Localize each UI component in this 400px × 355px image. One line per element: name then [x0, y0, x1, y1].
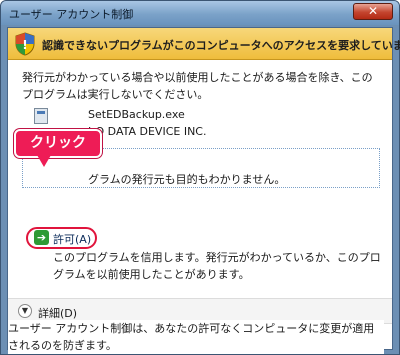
warning-banner: ! 認識できないプログラムがこのコンピュータへのアクセスを要求しています — [8, 28, 400, 60]
allow-description: このプログラムを信用します。発行元がわかっているか、このプログラムを以前使用した… — [53, 251, 381, 281]
program-name: SetEDBackup.exe — [88, 108, 185, 121]
shield-icon: ! — [15, 32, 35, 56]
intro-text: 発行元がわかっている場合や以前使用したことがある場合を除き、このプログラムは実行… — [22, 71, 373, 101]
footer: ユーザー アカウント制御は、あなたの許可なくコンピュータに変更が適用されるのを防… — [8, 320, 392, 354]
close-button[interactable]: ✕ — [353, 3, 393, 20]
footer-text: ユーザー アカウント制御は、あなたの許可なくコンピュータに変更が適用されるのを防… — [8, 320, 384, 354]
uac-dialog-window: ユーザー アカウント制御 ✕ ! 認識できないプログラムがこのコンピュータへのア… — [0, 0, 400, 355]
title-bar[interactable]: ユーザー アカウント制御 ✕ — [1, 1, 399, 25]
callout-pointer — [37, 155, 51, 167]
details-button[interactable]: 詳細(D) — [38, 305, 77, 321]
chevron-down-icon[interactable]: ▼ — [18, 304, 32, 318]
program-publisher: I-O DATA DEVICE INC. — [88, 125, 207, 138]
cancel-option-description: グラムの発行元も目的もわかりません。 — [88, 173, 286, 186]
application-icon — [34, 108, 48, 124]
banner-message: 認識できないプログラムがこのコンピュータへのアクセスを要求しています — [42, 39, 400, 52]
arrow-right-icon[interactable]: ➔ — [34, 230, 49, 245]
window-title: ユーザー アカウント制御 — [9, 8, 134, 21]
dialog-content: ! 認識できないプログラムがこのコンピュータへのアクセスを要求しています 発行元… — [7, 27, 400, 354]
allow-button[interactable]: 許可(A) — [53, 231, 91, 247]
click-callout: クリック — [14, 129, 102, 158]
svg-text:!: ! — [22, 38, 27, 52]
